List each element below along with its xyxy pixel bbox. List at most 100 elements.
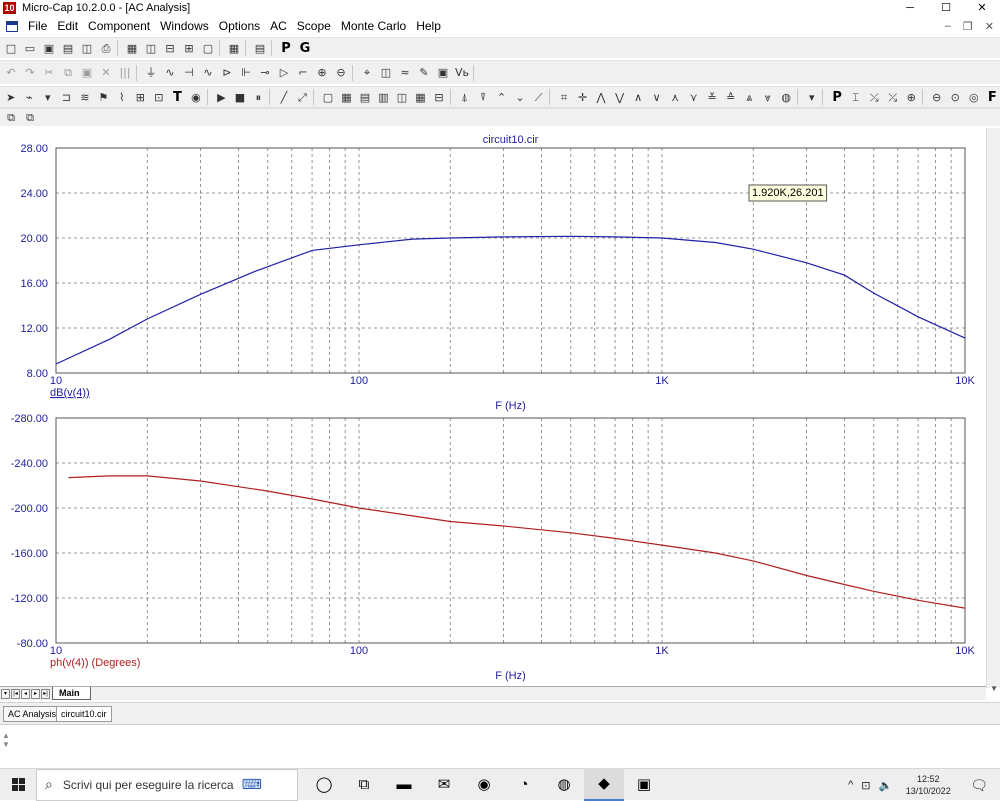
run-icon[interactable]: ▶ [214, 89, 230, 105]
ground-icon[interactable]: ⏚ [143, 65, 159, 81]
tray-overflow-icon[interactable]: ^ [848, 779, 853, 791]
scroll-down-arrow-icon[interactable]: ▼ [990, 684, 998, 693]
resistor-icon[interactable]: ∿ [162, 65, 178, 81]
delete-icon[interactable]: ✕ [98, 65, 114, 81]
wave-b-icon[interactable]: ∨ [649, 89, 665, 105]
scope-icon[interactable]: ◫ [378, 65, 394, 81]
font-icon[interactable]: F [985, 89, 1000, 105]
high-icon[interactable]: ⌃ [494, 89, 510, 105]
line-icon[interactable]: ╱ [276, 89, 292, 105]
tile-horizontal-icon[interactable]: ⊟ [162, 40, 178, 56]
text-icon[interactable]: T [170, 89, 186, 105]
cursor-y-icon[interactable]: ⤰ [885, 89, 901, 105]
wave-e-icon[interactable]: ≚ [704, 89, 720, 105]
plot-area[interactable]: 8.00 12.00 16.00 20.00 24.00 28.00 10 100 1K 10K c… [0, 128, 1000, 686]
slope-icon[interactable]: ⟋ [531, 89, 547, 105]
widgets-icon[interactable]: ⧉ [344, 769, 384, 801]
photos-icon[interactable]: ▣ [624, 769, 664, 801]
edge-icon[interactable]: ◉ [464, 769, 504, 801]
p-icon[interactable]: P [278, 40, 294, 56]
wave-f-icon[interactable]: ≙ [723, 89, 739, 105]
pause-icon[interactable]: ⏸ [251, 89, 267, 105]
menu-ac[interactable]: AC [270, 19, 287, 33]
microcap-app-icon[interactable]: 10 [3, 1, 16, 14]
stop-icon[interactable]: ■ [232, 89, 248, 105]
maximize-button[interactable]: ☐ [928, 0, 964, 15]
undo-icon[interactable]: ↶ [3, 65, 19, 81]
sheet-first-button[interactable]: |◂ [11, 688, 20, 699]
stack-a-icon[interactable]: ⧉ [3, 110, 19, 126]
ruler-icon[interactable]: ⌶ [848, 89, 864, 105]
grid-icon[interactable]: ▤ [357, 89, 373, 105]
menu-edit[interactable]: Edit [57, 19, 78, 33]
tab-main[interactable]: Main [52, 687, 91, 700]
zoom-out-icon[interactable]: ⊖ [929, 89, 945, 105]
select-arrow-icon[interactable]: ➤ [3, 89, 19, 105]
print-icon[interactable]: ⎙ [98, 40, 114, 56]
wave-d-icon[interactable]: ⋎ [686, 89, 702, 105]
split-icon[interactable]: ⊞ [181, 40, 197, 56]
menu-options[interactable]: Options [219, 19, 260, 33]
probe-icon[interactable]: ✎ [416, 65, 432, 81]
tile-vertical-icon[interactable]: ◫ [143, 40, 159, 56]
chrome-icon[interactable]: ◍ [544, 769, 584, 801]
npn-icon[interactable]: ⊸ [257, 65, 273, 81]
axis-icon[interactable]: ▥ [376, 89, 392, 105]
taskbar-clock[interactable]: 12:52 13/10/2022 [900, 773, 956, 797]
taskbar-search-box[interactable]: ⌕ Scrivi qui per eseguire la ricerca ⌨ [36, 768, 298, 801]
menu-file[interactable]: File [28, 19, 47, 33]
grid-text-icon[interactable]: ⊞ [133, 89, 149, 105]
vertical-scrollbar[interactable]: ▼ [986, 128, 1000, 693]
menu-scope[interactable]: Scope [297, 19, 331, 33]
image-icon[interactable]: ▣ [435, 65, 451, 81]
cascade-icon[interactable]: ▦ [124, 40, 140, 56]
vb-icon[interactable]: Vь [454, 65, 470, 81]
doc-restore-button[interactable]: ❐ [963, 20, 973, 33]
globe-icon[interactable]: ◎ [966, 89, 982, 105]
crosshair-icon[interactable]: ✛ [575, 89, 591, 105]
source-icon[interactable]: ⊕ [314, 65, 330, 81]
doc-minimize-button[interactable]: – [945, 20, 951, 32]
wave-a-icon[interactable]: ∧ [630, 89, 646, 105]
opamp-icon[interactable]: ▷ [276, 65, 292, 81]
peak-icon[interactable]: ⍋ [457, 89, 473, 105]
text-component-icon[interactable]: ⌇ [114, 89, 130, 105]
diode-icon[interactable]: ⊳ [219, 65, 235, 81]
open-file-icon[interactable]: ▭ [22, 40, 38, 56]
dropdown-arrow-2-icon[interactable]: ▾ [804, 89, 820, 105]
component-icon[interactable]: ⌁ [22, 89, 38, 105]
menu-monte-carlo[interactable]: Monte Carlo [341, 19, 406, 33]
save-as-icon[interactable]: ▤ [60, 40, 76, 56]
search-highlight-icon[interactable]: ⌨ [242, 776, 262, 793]
color-icon[interactable]: ◍ [778, 89, 794, 105]
switch-icon[interactable]: ⌐ [295, 65, 311, 81]
tab-circuit10[interactable]: circuit10.cir [56, 706, 112, 722]
low-icon[interactable]: ⌄ [512, 89, 528, 105]
g-icon[interactable]: G [297, 40, 313, 56]
sheet-last-button[interactable]: ▸| [41, 688, 50, 699]
flag-icon[interactable]: ⚑ [96, 89, 112, 105]
file-explorer-icon[interactable]: ▬ [384, 769, 424, 801]
cursor-mode-icon[interactable]: ⌖ [359, 65, 375, 81]
speedometer-icon[interactable]: ◔ [504, 769, 544, 801]
volume-icon[interactable]: 🔈 [879, 779, 893, 792]
p-tag-icon[interactable]: P [829, 89, 845, 105]
cut-icon[interactable]: ✂ [41, 65, 57, 81]
calculator-icon[interactable]: ▦ [226, 40, 242, 56]
box-icon[interactable]: ▢ [320, 89, 336, 105]
notifications-icon[interactable]: 🗨 [970, 777, 988, 794]
tag-icon[interactable]: ⌗ [556, 89, 572, 105]
wave-h-icon[interactable]: ⩔ [760, 89, 776, 105]
sheet-prev-button[interactable]: ◂ [21, 688, 30, 699]
new-file-icon[interactable]: □ [3, 40, 19, 56]
doc-close-button[interactable]: ✕ [985, 20, 994, 33]
table-icon[interactable]: ▦ [339, 89, 355, 105]
properties-icon[interactable]: ▤ [252, 40, 268, 56]
save-icon[interactable]: ▣ [41, 40, 57, 56]
battery-icon[interactable]: ⊩ [238, 65, 254, 81]
ac-analysis-plots[interactable]: 8.00 12.00 16.00 20.00 24.00 28.00 10 100 1K 10K c… [0, 128, 986, 686]
sheet-next-button[interactable]: ▸ [31, 688, 40, 699]
network-icon[interactable]: ⊡ [861, 779, 870, 792]
inductor-icon[interactable]: ∿ [200, 65, 216, 81]
status-scroll-icon[interactable]: ▲ ▼ [2, 731, 10, 749]
